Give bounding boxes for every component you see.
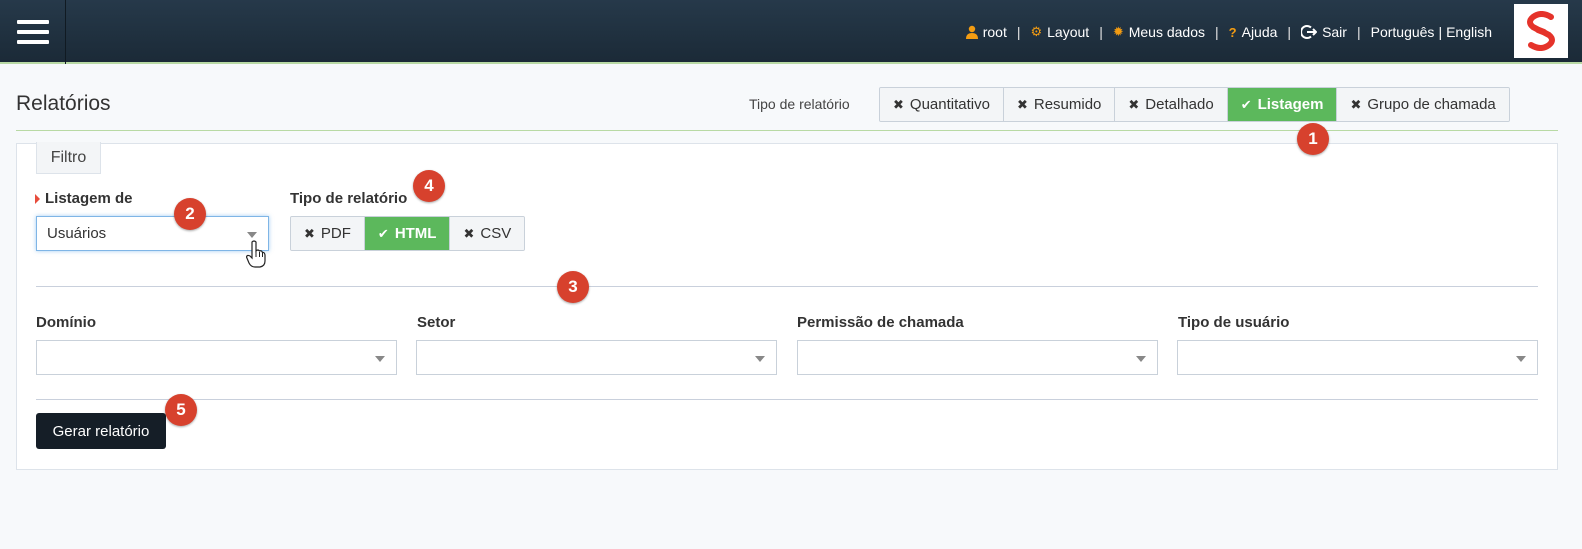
report-type-label: Tipo de relatório [749,96,850,112]
listing-value: Usuários [47,225,107,242]
layout-link[interactable]: ⚙ Layout [1030,24,1089,40]
close-icon: ✖ [304,225,315,241]
sign-out-icon [1301,25,1318,39]
annotation-badge-1: 1 [1297,123,1329,155]
lang-pt-link[interactable]: Português [1371,24,1435,40]
format-html[interactable]: ✔ HTML [363,217,450,250]
listing-select[interactable]: Usuários [36,216,269,251]
chevron-down-icon [1516,356,1526,362]
domain-select[interactable] [36,340,397,375]
check-icon: ✔ [377,225,389,241]
call-permission-label: Permissão de chamada [797,314,964,331]
report-type-detalhado[interactable]: ✖ Detalhado [1114,88,1227,121]
report-type-resumido-label: Resumido [1033,96,1102,113]
sector-select[interactable] [416,340,777,375]
close-icon: ✖ [463,225,475,241]
top-bar: root | ⚙ Layout | ✹ Meus dados | ? Ajuda… [0,0,1582,64]
report-type-listagem[interactable]: ✔ Listagem [1226,88,1337,121]
format-csv-label: CSV [480,225,512,242]
nav-separator: | [1099,24,1103,40]
close-icon: ✖ [1016,96,1028,112]
report-type-quantitativo-label: Quantitativo [909,96,990,113]
chevron-down-icon [247,232,257,238]
report-type-detalhado-label: Detalhado [1145,96,1214,113]
lang-separator: | [1438,24,1443,40]
help-link[interactable]: ? Ajuda [1229,24,1278,40]
format-pdf-label: PDF [320,225,351,242]
user-type-label: Tipo de usuário [1178,314,1290,331]
my-data-label: Meus dados [1128,24,1206,40]
nav-separator: | [1215,24,1219,40]
call-permission-select[interactable] [797,340,1158,375]
close-icon: ✖ [893,96,904,112]
chevron-down-icon [755,356,765,362]
report-type-quantitativo[interactable]: ✖ Quantitativo [880,88,1003,121]
format-group: ✖ PDF ✔ HTML ✖ CSV [290,216,526,251]
filter-divider-bottom [36,399,1538,400]
lang-en-link[interactable]: English [1446,24,1492,40]
user-type-select[interactable] [1177,340,1538,375]
nav-separator: | [1016,24,1021,40]
report-type-group: ✖ Quantitativo ✖ Resumido ✖ Detalhado ✔ List… [879,87,1510,122]
filter-divider [36,286,1538,287]
question-icon: ? [1228,24,1237,40]
annotation-badge-3: 3 [557,271,589,303]
logout-link[interactable]: Sair [1301,24,1347,40]
format-label: Tipo de relatório [290,190,408,207]
report-type-listagem-label: Listagem [1257,96,1324,113]
listing-label: Listagem de [45,190,133,207]
layout-label: Layout [1047,24,1090,40]
top-nav: root | ⚙ Layout | ✹ Meus dados | ? Ajuda… [965,0,1492,64]
annotation-badge-4: 4 [413,170,445,202]
filter-panel [16,143,1558,470]
format-csv[interactable]: ✖ CSV [449,217,525,250]
close-icon: ✖ [1128,96,1140,112]
user-link[interactable]: root [965,24,1007,40]
my-data-link[interactable]: ✹ Meus dados [1113,24,1205,40]
generate-report-button[interactable]: Gerar relatório [36,413,166,449]
user-name: root [982,24,1007,40]
sector-label: Setor [417,314,456,331]
chevron-down-icon [1136,356,1146,362]
menu-icon[interactable] [0,0,66,64]
annotation-badge-2: 2 [174,198,206,230]
report-type-grupo-de-chamada[interactable]: ✖ Grupo de chamada [1336,88,1509,121]
check-icon: ✔ [1240,96,1252,112]
close-icon: ✖ [1350,96,1362,112]
help-label: Ajuda [1241,24,1278,40]
report-type-resumido[interactable]: ✖ Resumido [1002,88,1115,121]
logout-label: Sair [1322,24,1347,40]
annotation-badge-5: 5 [165,394,197,426]
format-pdf[interactable]: ✖ PDF [291,217,364,250]
page-title: Relatórios [16,92,111,115]
format-html-label: HTML [394,225,437,242]
filter-tab[interactable]: Filtro [36,142,101,174]
domain-label: Domínio [36,314,96,331]
required-marker [35,194,40,204]
report-type-grupo-label: Grupo de chamada [1367,96,1496,113]
hand-cursor-icon [246,240,266,268]
gear-icon: ✹ [1112,24,1124,39]
nav-separator: | [1356,24,1361,40]
brand-logo[interactable] [1514,4,1568,58]
chevron-down-icon [375,356,385,362]
nav-separator: | [1287,24,1292,40]
user-icon [965,25,978,39]
gears-icon: ⚙ [1030,24,1043,39]
logo-icon [1527,11,1555,51]
